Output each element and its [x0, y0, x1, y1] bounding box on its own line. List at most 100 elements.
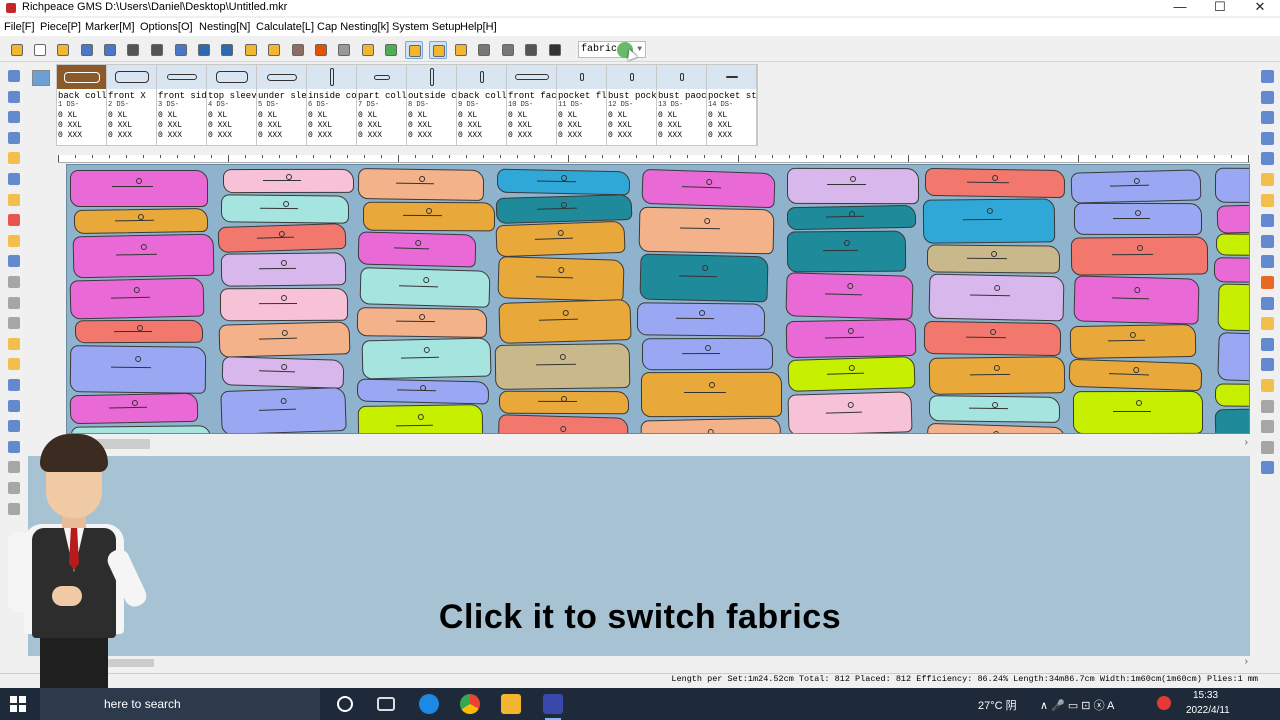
zoom-out-icon[interactable] [6, 130, 22, 146]
move-piece-icon[interactable] [6, 150, 22, 166]
piece-thumbnail[interactable] [457, 65, 506, 89]
nested-piece[interactable] [925, 168, 1066, 199]
piece-item[interactable]: front X2 DS- 0 XL 0 XXL 0 XXX [107, 65, 157, 145]
info-icon[interactable] [1259, 418, 1276, 435]
nested-piece[interactable] [637, 302, 766, 337]
file-explorer-icon[interactable] [501, 694, 521, 714]
nested-piece[interactable] [361, 337, 492, 380]
nested-piece[interactable] [641, 337, 773, 371]
nested-piece[interactable] [787, 356, 916, 393]
menu-calculate[interactable]: Calculate[L] [256, 21, 314, 33]
nested-piece[interactable] [496, 168, 631, 195]
cortana-icon[interactable] [337, 696, 353, 712]
buffer-icon[interactable] [6, 315, 22, 331]
undo-icon[interactable] [195, 41, 213, 59]
nested-piece[interactable] [221, 356, 344, 390]
flip-icon[interactable] [6, 274, 22, 290]
nested-piece[interactable] [1217, 331, 1249, 384]
piece-item[interactable]: pocket st 14 DS- 0 XL 0 XXL 0 XXX [707, 65, 757, 145]
bundle-icon[interactable] [6, 377, 22, 393]
nested-piece[interactable] [498, 390, 629, 414]
nested-piece[interactable] [923, 321, 1061, 357]
nested-piece[interactable] [928, 273, 1064, 322]
nested-piece[interactable] [69, 169, 209, 207]
nested-piece[interactable] [785, 272, 914, 320]
nested-piece[interactable] [1068, 358, 1203, 392]
close-button[interactable]: ✕ [1240, 0, 1280, 16]
piece-thumbnail[interactable] [407, 65, 456, 89]
nested-piece[interactable] [220, 387, 348, 433]
piece-item[interactable]: front sid 3 DS- 0 XL 0 XXL 0 XXX [157, 65, 207, 145]
nested-piece[interactable] [785, 318, 916, 358]
taskbar-search-box[interactable]: here to search [40, 688, 320, 720]
nested-piece[interactable] [498, 299, 632, 344]
nested-piece[interactable] [922, 198, 1056, 245]
piece-thumbnail[interactable] [557, 65, 606, 89]
task-view-icon[interactable] [377, 697, 395, 711]
select-arrow-icon[interactable] [6, 68, 22, 84]
nested-piece[interactable] [1072, 275, 1200, 325]
nested-piece[interactable] [74, 207, 209, 234]
piece-thumbnail[interactable] [507, 65, 556, 89]
marker-horizontal-scrollbar[interactable]: › [28, 437, 1250, 451]
table-icon[interactable] [452, 41, 470, 59]
piece-thumbnail[interactable] [257, 65, 306, 89]
redo-icon[interactable] [218, 41, 236, 59]
piece-item[interactable]: outside c8 DS- 0 XL 0 XXL 0 XXX [407, 65, 457, 145]
nested-piece[interactable] [928, 395, 1061, 424]
fabric-icon[interactable] [1259, 274, 1276, 291]
nested-piece[interactable] [217, 223, 347, 253]
select-layout-icon[interactable] [429, 41, 447, 59]
piece-item[interactable]: bust pock 12 DS- 0 XL 0 XXL 0 XXX [607, 65, 657, 145]
nested-piece[interactable] [928, 356, 1066, 396]
piece-panel-icon[interactable] [32, 70, 50, 86]
nested-piece[interactable] [641, 372, 783, 418]
menu-nesting[interactable]: Nesting[N] [199, 21, 250, 33]
windows-start-icon[interactable] [10, 696, 26, 712]
menu-options[interactable]: Options[O] [140, 21, 193, 33]
nested-piece[interactable] [1214, 167, 1249, 203]
secondary-horizontal-scrollbar[interactable]: › [28, 656, 1250, 669]
color-wheel-icon[interactable] [312, 41, 330, 59]
piece-item[interactable]: bust paoc 13 DS- 0 XL 0 XXL 0 XXX [657, 65, 707, 145]
piece-item[interactable]: pocket fl 11 DS- 0 XL 0 XXL 0 XXX [557, 65, 607, 145]
nested-piece[interactable] [640, 417, 782, 433]
nested-piece[interactable] [220, 252, 347, 287]
save-as-icon[interactable] [101, 41, 119, 59]
magnify-icon[interactable] [6, 192, 22, 208]
nested-piece[interactable] [927, 244, 1061, 274]
nested-piece[interactable] [787, 204, 917, 231]
nested-piece[interactable] [218, 321, 350, 359]
color-fill-icon[interactable] [6, 212, 22, 228]
piece-icon[interactable] [242, 41, 260, 59]
folder-icon[interactable] [54, 41, 72, 59]
scroll-right-icon[interactable]: › [1245, 437, 1248, 448]
sort-icon[interactable] [1259, 212, 1276, 229]
zoom-in-icon[interactable] [1259, 68, 1276, 85]
zoom-out-icon[interactable] [1259, 89, 1276, 106]
piece-thumbnail[interactable] [307, 65, 356, 89]
stack-icon[interactable] [1259, 233, 1276, 250]
piece-thumbnail[interactable] [657, 65, 706, 89]
nested-piece[interactable] [641, 168, 776, 209]
weather-widget[interactable]: 27°C 阴 [978, 697, 1017, 713]
move-left-icon[interactable] [1259, 336, 1276, 353]
nested-piece[interactable] [1070, 168, 1202, 204]
nested-piece[interactable] [786, 168, 919, 205]
nested-piece[interactable] [1214, 382, 1249, 407]
nested-piece[interactable] [497, 255, 624, 302]
clock-time[interactable]: 15:33 [1193, 690, 1218, 701]
nest-icon[interactable] [522, 41, 540, 59]
piece-item[interactable]: part coll 7 DS- 0 XL 0 XXL 0 XXX [357, 65, 407, 145]
minimize-button[interactable]: — [1160, 0, 1200, 16]
piece-group-icon[interactable] [1259, 192, 1276, 209]
edge-icon[interactable] [419, 694, 439, 714]
fold-icon[interactable] [265, 41, 283, 59]
print-icon[interactable] [124, 41, 142, 59]
nested-piece[interactable] [358, 167, 486, 202]
rotate-ccw-icon[interactable] [6, 253, 22, 269]
tools-icon[interactable] [289, 41, 307, 59]
zoom-area-icon[interactable] [6, 89, 22, 105]
menu-system-setup[interactable]: System Setup [392, 21, 460, 33]
nested-piece[interactable] [69, 393, 199, 426]
